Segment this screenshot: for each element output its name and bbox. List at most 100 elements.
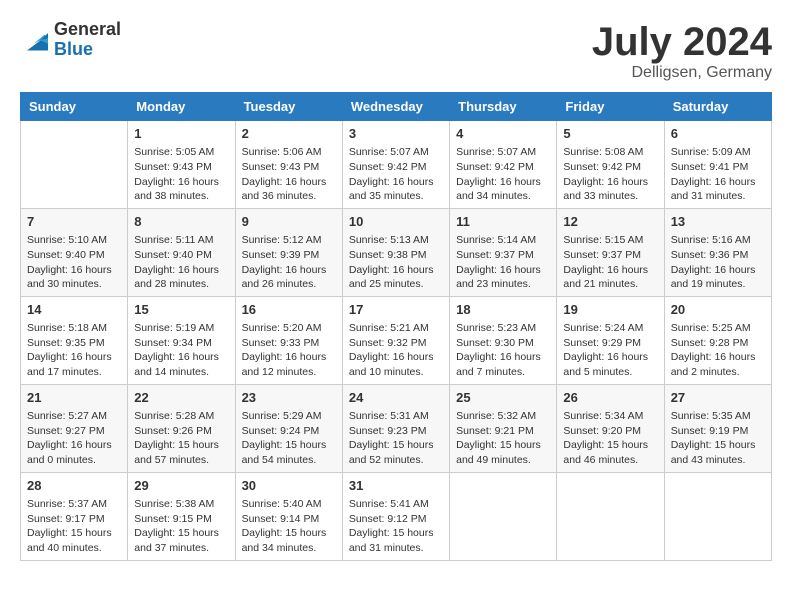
day-info: Sunrise: 5:15 AM Sunset: 9:37 PM Dayligh… <box>563 233 657 292</box>
calendar-day <box>664 472 771 560</box>
day-number: 19 <box>563 301 657 319</box>
day-info: Sunrise: 5:16 AM Sunset: 9:36 PM Dayligh… <box>671 233 765 292</box>
day-info: Sunrise: 5:12 AM Sunset: 9:39 PM Dayligh… <box>242 233 336 292</box>
day-info: Sunrise: 5:29 AM Sunset: 9:24 PM Dayligh… <box>242 409 336 468</box>
calendar-day: 15 Sunrise: 5:19 AM Sunset: 9:34 PM Dayli… <box>128 296 235 384</box>
calendar-day: 8 Sunrise: 5:11 AM Sunset: 9:40 PM Daylig… <box>128 208 235 296</box>
header-day: Saturday <box>664 93 771 121</box>
logo-text: General Blue <box>54 20 121 60</box>
calendar-day: 4Sunrise: 5:07 AM Sunset: 9:42 PM Daylig… <box>450 121 557 209</box>
day-info: Sunrise: 5:11 AM Sunset: 9:40 PM Dayligh… <box>134 233 228 292</box>
day-info: Sunrise: 5:14 AM Sunset: 9:37 PM Dayligh… <box>456 233 550 292</box>
page-header: General Blue July 2024 Delligsen, German… <box>20 20 772 82</box>
calendar-day: 20 Sunrise: 5:25 AM Sunset: 9:28 PM Dayli… <box>664 296 771 384</box>
header-day: Wednesday <box>342 93 449 121</box>
day-info: Sunrise: 5:09 AM Sunset: 9:41 PM Dayligh… <box>671 145 765 204</box>
calendar-day: 17Sunrise: 5:21 AM Sunset: 9:32 PM Dayli… <box>342 296 449 384</box>
calendar-day: 23Sunrise: 5:29 AM Sunset: 9:24 PM Dayli… <box>235 384 342 472</box>
calendar-day: 26Sunrise: 5:34 AM Sunset: 9:20 PM Dayli… <box>557 384 664 472</box>
calendar-day: 12 Sunrise: 5:15 AM Sunset: 9:37 PM Dayli… <box>557 208 664 296</box>
day-info: Sunrise: 5:08 AM Sunset: 9:42 PM Dayligh… <box>563 145 657 204</box>
calendar-body: 1Sunrise: 5:05 AM Sunset: 9:43 PM Daylig… <box>21 121 772 561</box>
day-info: Sunrise: 5:19 AM Sunset: 9:34 PM Dayligh… <box>134 321 228 380</box>
day-number: 13 <box>671 213 765 231</box>
day-number: 22 <box>134 389 228 407</box>
day-number: 5 <box>563 125 657 143</box>
day-info: Sunrise: 5:38 AM Sunset: 9:15 PM Dayligh… <box>134 497 228 556</box>
day-info: Sunrise: 5:23 AM Sunset: 9:30 PM Dayligh… <box>456 321 550 380</box>
calendar-table: SundayMondayTuesdayWednesdayThursdayFrid… <box>20 92 772 561</box>
day-number: 15 <box>134 301 228 319</box>
calendar-day: 30Sunrise: 5:40 AM Sunset: 9:14 PM Dayli… <box>235 472 342 560</box>
day-number: 31 <box>349 477 443 495</box>
day-number: 11 <box>456 213 550 231</box>
day-info: Sunrise: 5:35 AM Sunset: 9:19 PM Dayligh… <box>671 409 765 468</box>
calendar-day: 7Sunrise: 5:10 AM Sunset: 9:40 PM Daylig… <box>21 208 128 296</box>
logo-icon <box>20 26 48 54</box>
day-number: 17 <box>349 301 443 319</box>
day-info: Sunrise: 5:34 AM Sunset: 9:20 PM Dayligh… <box>563 409 657 468</box>
day-info: Sunrise: 5:40 AM Sunset: 9:14 PM Dayligh… <box>242 497 336 556</box>
calendar-day: 14 Sunrise: 5:18 AM Sunset: 9:35 PM Dayli… <box>21 296 128 384</box>
day-number: 9 <box>242 213 336 231</box>
day-info: Sunrise: 5:05 AM Sunset: 9:43 PM Dayligh… <box>134 145 228 204</box>
day-number: 28 <box>27 477 121 495</box>
header-day: Monday <box>128 93 235 121</box>
calendar-week: 14 Sunrise: 5:18 AM Sunset: 9:35 PM Dayli… <box>21 296 772 384</box>
calendar-day: 9 Sunrise: 5:12 AM Sunset: 9:39 PM Daylig… <box>235 208 342 296</box>
day-number: 6 <box>671 125 765 143</box>
calendar-day: 11 Sunrise: 5:14 AM Sunset: 9:37 PM Dayli… <box>450 208 557 296</box>
day-number: 25 <box>456 389 550 407</box>
day-info: Sunrise: 5:32 AM Sunset: 9:21 PM Dayligh… <box>456 409 550 468</box>
day-number: 14 <box>27 301 121 319</box>
calendar-day <box>21 121 128 209</box>
calendar-day: 19Sunrise: 5:24 AM Sunset: 9:29 PM Dayli… <box>557 296 664 384</box>
title-area: July 2024 Delligsen, Germany <box>592 20 772 82</box>
calendar-day: 5 Sunrise: 5:08 AM Sunset: 9:42 PM Daylig… <box>557 121 664 209</box>
day-info: Sunrise: 5:31 AM Sunset: 9:23 PM Dayligh… <box>349 409 443 468</box>
day-info: Sunrise: 5:25 AM Sunset: 9:28 PM Dayligh… <box>671 321 765 380</box>
day-number: 21 <box>27 389 121 407</box>
day-info: Sunrise: 5:28 AM Sunset: 9:26 PM Dayligh… <box>134 409 228 468</box>
calendar-day: 31 Sunrise: 5:41 AM Sunset: 9:12 PM Dayli… <box>342 472 449 560</box>
calendar-day: 2 Sunrise: 5:06 AM Sunset: 9:43 PM Daylig… <box>235 121 342 209</box>
calendar-day: 25 Sunrise: 5:32 AM Sunset: 9:21 PM Dayli… <box>450 384 557 472</box>
header-day: Thursday <box>450 93 557 121</box>
header-row: SundayMondayTuesdayWednesdayThursdayFrid… <box>21 93 772 121</box>
logo-blue: Blue <box>54 40 121 60</box>
day-number: 2 <box>242 125 336 143</box>
day-number: 29 <box>134 477 228 495</box>
day-number: 4 <box>456 125 550 143</box>
calendar-day: 13 Sunrise: 5:16 AM Sunset: 9:36 PM Dayli… <box>664 208 771 296</box>
location: Delligsen, Germany <box>592 64 772 82</box>
day-info: Sunrise: 5:20 AM Sunset: 9:33 PM Dayligh… <box>242 321 336 380</box>
day-number: 24 <box>349 389 443 407</box>
day-number: 12 <box>563 213 657 231</box>
day-number: 20 <box>671 301 765 319</box>
calendar-day <box>557 472 664 560</box>
day-info: Sunrise: 5:13 AM Sunset: 9:38 PM Dayligh… <box>349 233 443 292</box>
calendar-day: 6 Sunrise: 5:09 AM Sunset: 9:41 PM Daylig… <box>664 121 771 209</box>
day-info: Sunrise: 5:18 AM Sunset: 9:35 PM Dayligh… <box>27 321 121 380</box>
day-info: Sunrise: 5:06 AM Sunset: 9:43 PM Dayligh… <box>242 145 336 204</box>
calendar-day: 1Sunrise: 5:05 AM Sunset: 9:43 PM Daylig… <box>128 121 235 209</box>
calendar-day: 3Sunrise: 5:07 AM Sunset: 9:42 PM Daylig… <box>342 121 449 209</box>
header-day: Friday <box>557 93 664 121</box>
calendar-day: 29 Sunrise: 5:38 AM Sunset: 9:15 PM Dayli… <box>128 472 235 560</box>
day-number: 16 <box>242 301 336 319</box>
calendar-day: 18 Sunrise: 5:23 AM Sunset: 9:30 PM Dayli… <box>450 296 557 384</box>
logo: General Blue <box>20 20 121 60</box>
day-info: Sunrise: 5:41 AM Sunset: 9:12 PM Dayligh… <box>349 497 443 556</box>
day-info: Sunrise: 5:10 AM Sunset: 9:40 PM Dayligh… <box>27 233 121 292</box>
day-number: 18 <box>456 301 550 319</box>
calendar-day: 16 Sunrise: 5:20 AM Sunset: 9:33 PM Dayli… <box>235 296 342 384</box>
calendar-week: 28 Sunrise: 5:37 AM Sunset: 9:17 PM Dayli… <box>21 472 772 560</box>
calendar-day: 21 Sunrise: 5:27 AM Sunset: 9:27 PM Dayli… <box>21 384 128 472</box>
day-number: 8 <box>134 213 228 231</box>
calendar-day: 24 Sunrise: 5:31 AM Sunset: 9:23 PM Dayli… <box>342 384 449 472</box>
calendar-day: 10Sunrise: 5:13 AM Sunset: 9:38 PM Dayli… <box>342 208 449 296</box>
day-info: Sunrise: 5:37 AM Sunset: 9:17 PM Dayligh… <box>27 497 121 556</box>
calendar-header: SundayMondayTuesdayWednesdayThursdayFrid… <box>21 93 772 121</box>
header-day: Tuesday <box>235 93 342 121</box>
day-info: Sunrise: 5:27 AM Sunset: 9:27 PM Dayligh… <box>27 409 121 468</box>
